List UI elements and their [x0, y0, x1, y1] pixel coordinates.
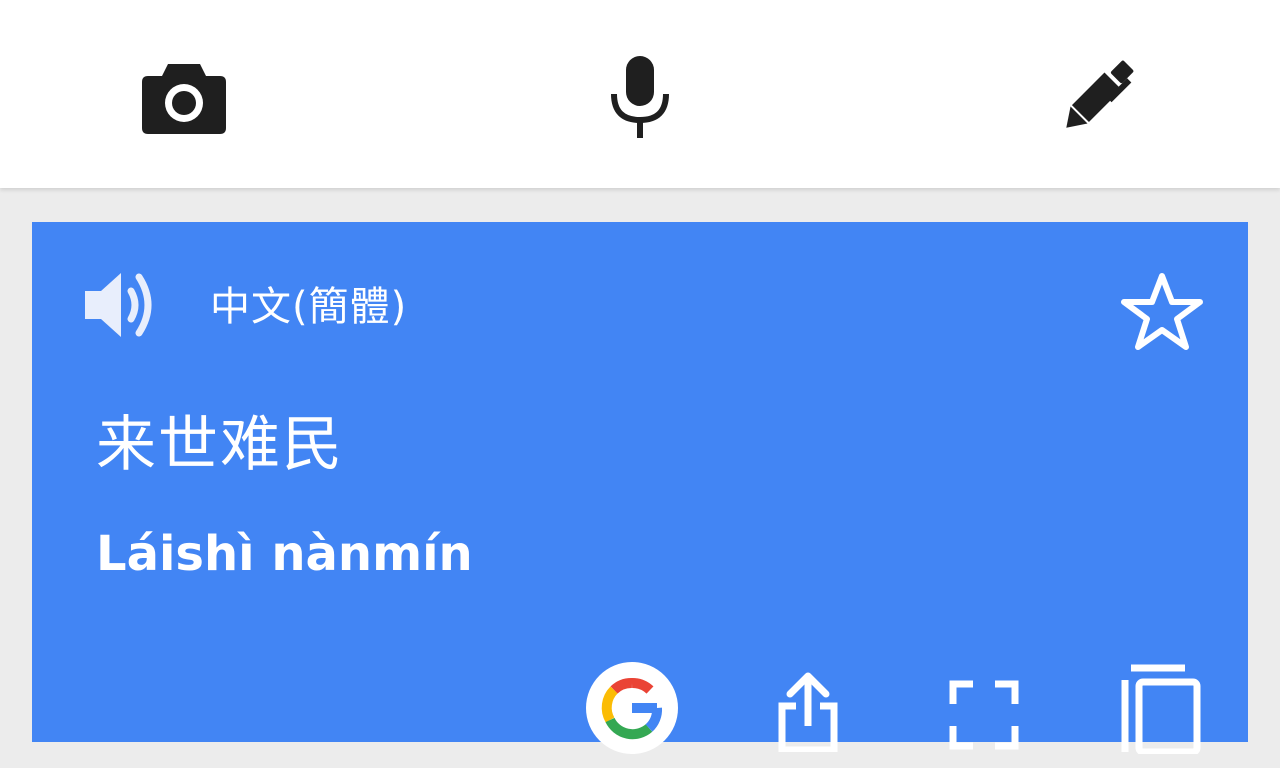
romanization-text: Láishì nànmín	[96, 526, 473, 582]
fullscreen-button[interactable]	[929, 658, 1039, 768]
speaker-icon	[81, 265, 161, 349]
fullscreen-icon	[949, 680, 1019, 754]
voice-input-button[interactable]	[580, 40, 700, 160]
microphone-icon	[608, 56, 672, 144]
target-language-label: 中文(簡體)	[210, 284, 408, 330]
input-method-toolbar	[0, 0, 1280, 188]
listen-button[interactable]	[76, 262, 166, 352]
save-phrase-button[interactable]	[1112, 264, 1212, 364]
translation-result-card: 中文(簡體) 来世难民 Láishì nànmín	[32, 222, 1248, 756]
translation-text: 来世难民	[96, 410, 344, 480]
google-icon	[586, 662, 678, 754]
share-icon	[776, 672, 840, 756]
google-search-button[interactable]	[577, 658, 687, 768]
copy-icon	[1117, 664, 1203, 758]
copy-button[interactable]	[1105, 658, 1215, 768]
star-outline-icon	[1120, 272, 1204, 356]
camera-icon	[140, 58, 228, 142]
handwriting-button[interactable]	[1036, 40, 1156, 160]
share-button[interactable]	[753, 658, 863, 768]
pen-icon	[1054, 56, 1138, 144]
camera-button[interactable]	[124, 40, 244, 160]
